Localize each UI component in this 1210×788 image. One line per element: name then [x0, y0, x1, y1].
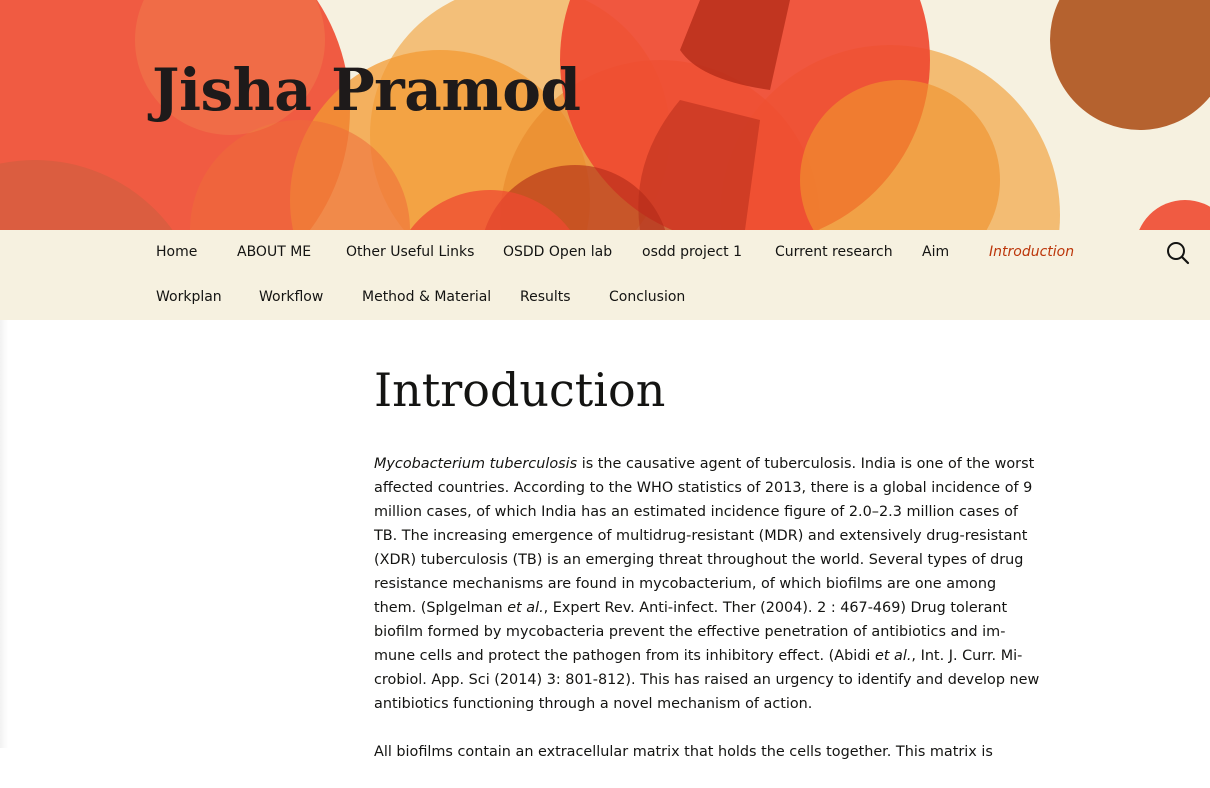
nav-item-other-useful-links[interactable]: Other Useful Links [346, 230, 474, 275]
paragraph-line: them. (Splgelman et al., Expert Rev. Ant… [374, 596, 1007, 620]
line-text: is the causative agent of tuberculosis. … [577, 456, 1035, 472]
paragraph-line: biofilm formed by mycobacteria prevent t… [374, 624, 1006, 640]
paragraph-line: resistance mechanisms are found in mycob… [374, 576, 997, 592]
nav-item-current-research[interactable]: Current research [775, 230, 893, 275]
paragraph-line: (XDR) tuberculosis (TB) is an emerging t… [374, 552, 1024, 568]
paragraph-line: affected countries. According to the WHO… [374, 480, 1033, 496]
site-header: Jisha Pramod [0, 0, 1210, 230]
page-edge-shadow [0, 320, 8, 748]
nav-item-aim[interactable]: Aim [922, 230, 949, 275]
nav-item-home[interactable]: Home [156, 230, 197, 275]
nav-item-introduction[interactable]: Introduction [989, 230, 1074, 275]
line-text: mune cells and protect the pathogen from… [374, 648, 875, 664]
entry-content: Mycobacterium tuberculosis is the causat… [374, 452, 1040, 788]
species-name: Mycobacterium tuberculosis [374, 456, 578, 472]
line-text: , Int. J. Curr. Mi- [911, 648, 1023, 664]
nav-row-2: Workplan Workflow Method & Material Resu… [0, 275, 1150, 320]
line-text: them. (Splgelman [374, 600, 508, 616]
paragraph-line: million cases, of which India has an est… [374, 504, 1018, 520]
search-icon [1167, 242, 1190, 265]
citation-et-al: et al. [507, 600, 544, 616]
nav-row-1: Home ABOUT ME Other Useful Links OSDD Op… [0, 230, 1150, 275]
second-paragraph-partial: All biofilms contain an extracellular ma… [374, 740, 993, 764]
nav-item-osdd-open-lab[interactable]: OSDD Open lab [503, 230, 612, 275]
site-title[interactable]: Jisha Pramod [152, 50, 581, 130]
paragraph-line: Mycobacterium tuberculosis is the causat… [374, 452, 1034, 476]
paragraph-line: crobiol. App. Sci (2014) 3: 801-812). Th… [374, 672, 1040, 688]
intro-paragraph: Mycobacterium tuberculosis is the causat… [374, 452, 1040, 716]
nav-item-about-me[interactable]: ABOUT ME [237, 230, 311, 275]
page-title: Introduction [374, 363, 666, 417]
paragraph-line: mune cells and protect the pathogen from… [374, 644, 1022, 668]
nav-item-results[interactable]: Results [520, 275, 571, 320]
nav-item-workplan[interactable]: Workplan [156, 275, 222, 320]
paragraph-line: TB. The increasing emergence of multidru… [374, 528, 1028, 544]
citation-et-al: et al. [874, 648, 912, 664]
nav-item-osdd-project-1[interactable]: osdd project 1 [642, 230, 742, 275]
paragraph-line: All biofilms contain an extracellular ma… [374, 744, 993, 760]
paragraph-line: antibiotics functioning through a novel … [374, 696, 813, 712]
search-toggle-button[interactable] [1160, 235, 1196, 271]
nav-item-workflow[interactable]: Workflow [259, 275, 323, 320]
main-navigation: Home ABOUT ME Other Useful Links OSDD Op… [0, 230, 1210, 320]
line-text: , Expert Rev. Anti-infect. Ther (2004). … [543, 600, 1008, 616]
nav-item-conclusion[interactable]: Conclusion [609, 275, 685, 320]
nav-item-method-material[interactable]: Method & Material [362, 275, 491, 320]
